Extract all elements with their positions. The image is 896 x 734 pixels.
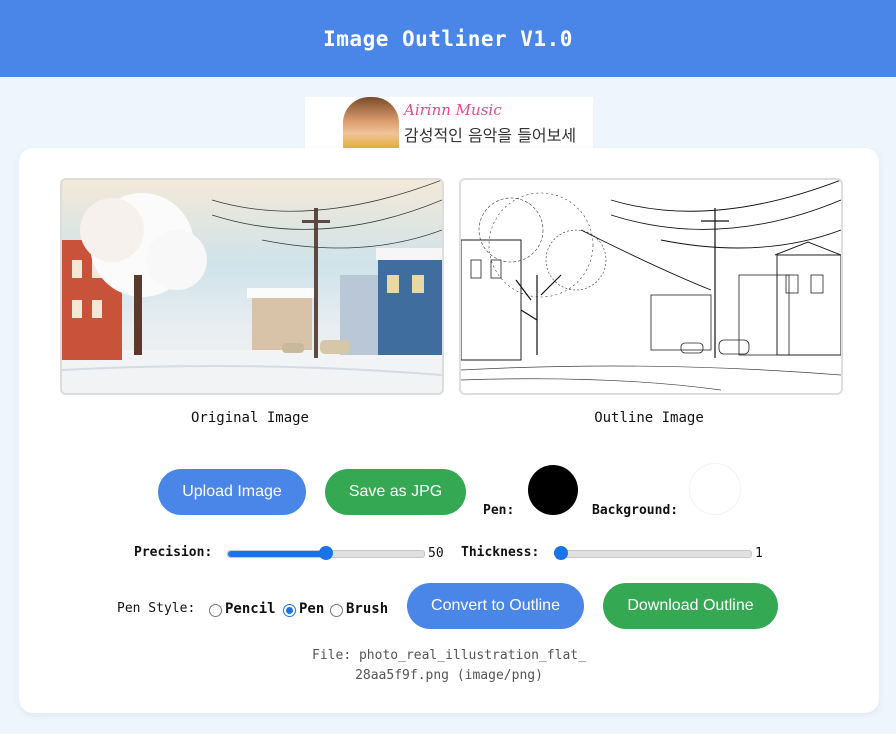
precision-value: 50 [428,546,444,561]
download-outline-button[interactable]: Download Outline [603,583,778,629]
main-card: Original Image Outline Image Upload Imag… [19,148,879,713]
pen-color-picker[interactable] [528,465,578,515]
pen-style-label-brush[interactable]: Brush [346,601,388,617]
save-jpg-button[interactable]: Save as JPG [325,469,466,515]
thickness-slider[interactable] [554,546,752,560]
file-name-part1: photo_real_illustration_flat_ [358,648,586,663]
file-info-line1: File: photo_real_illustration_flat_ [279,646,619,666]
thickness-value: 1 [755,546,763,561]
ad-tagline: 감성적인 음악을 들어보세요. [404,126,577,145]
ad-brand: Airinn Music [404,101,502,119]
precision-slider-fill [228,551,326,557]
precision-slider-thumb[interactable] [319,546,333,560]
thickness-label: Thickness: [461,545,540,560]
pen-style-radio-pencil[interactable] [209,604,222,617]
precision-label: Precision: [134,545,213,560]
thickness-slider-thumb[interactable] [554,546,568,560]
original-image [60,178,444,395]
file-name-part2: 28aa5f9f.png (image/png) [355,668,543,683]
pen-style-radio-brush[interactable] [330,604,343,617]
outline-image-caption: Outline Image [594,410,704,426]
pen-style-label-pencil[interactable]: Pencil [225,601,276,617]
outline-image [459,178,843,395]
ad-banner[interactable]: Airinn Music 감성적인 음악을 들어보세요. [305,97,593,149]
original-image-caption: Original Image [190,410,309,426]
precision-slider[interactable] [227,546,425,560]
pen-style-label: Pen Style: [117,601,196,616]
background-color-label: Background: [592,503,679,518]
ad-avatar [343,97,399,149]
file-label: File: [312,648,352,663]
pen-style-radio-pen[interactable] [283,604,296,617]
pen-style-label-pen[interactable]: Pen [299,601,324,617]
app-title: Image Outliner V1.0 [323,26,573,51]
pen-color-label: Pen: [483,503,515,518]
app-header: Image Outliner V1.0 [0,0,896,77]
upload-image-button[interactable]: Upload Image [158,469,306,515]
file-info: File: photo_real_illustration_flat_ 28aa… [279,646,619,686]
background-color-picker[interactable] [689,463,741,515]
convert-outline-button[interactable]: Convert to Outline [407,583,584,629]
